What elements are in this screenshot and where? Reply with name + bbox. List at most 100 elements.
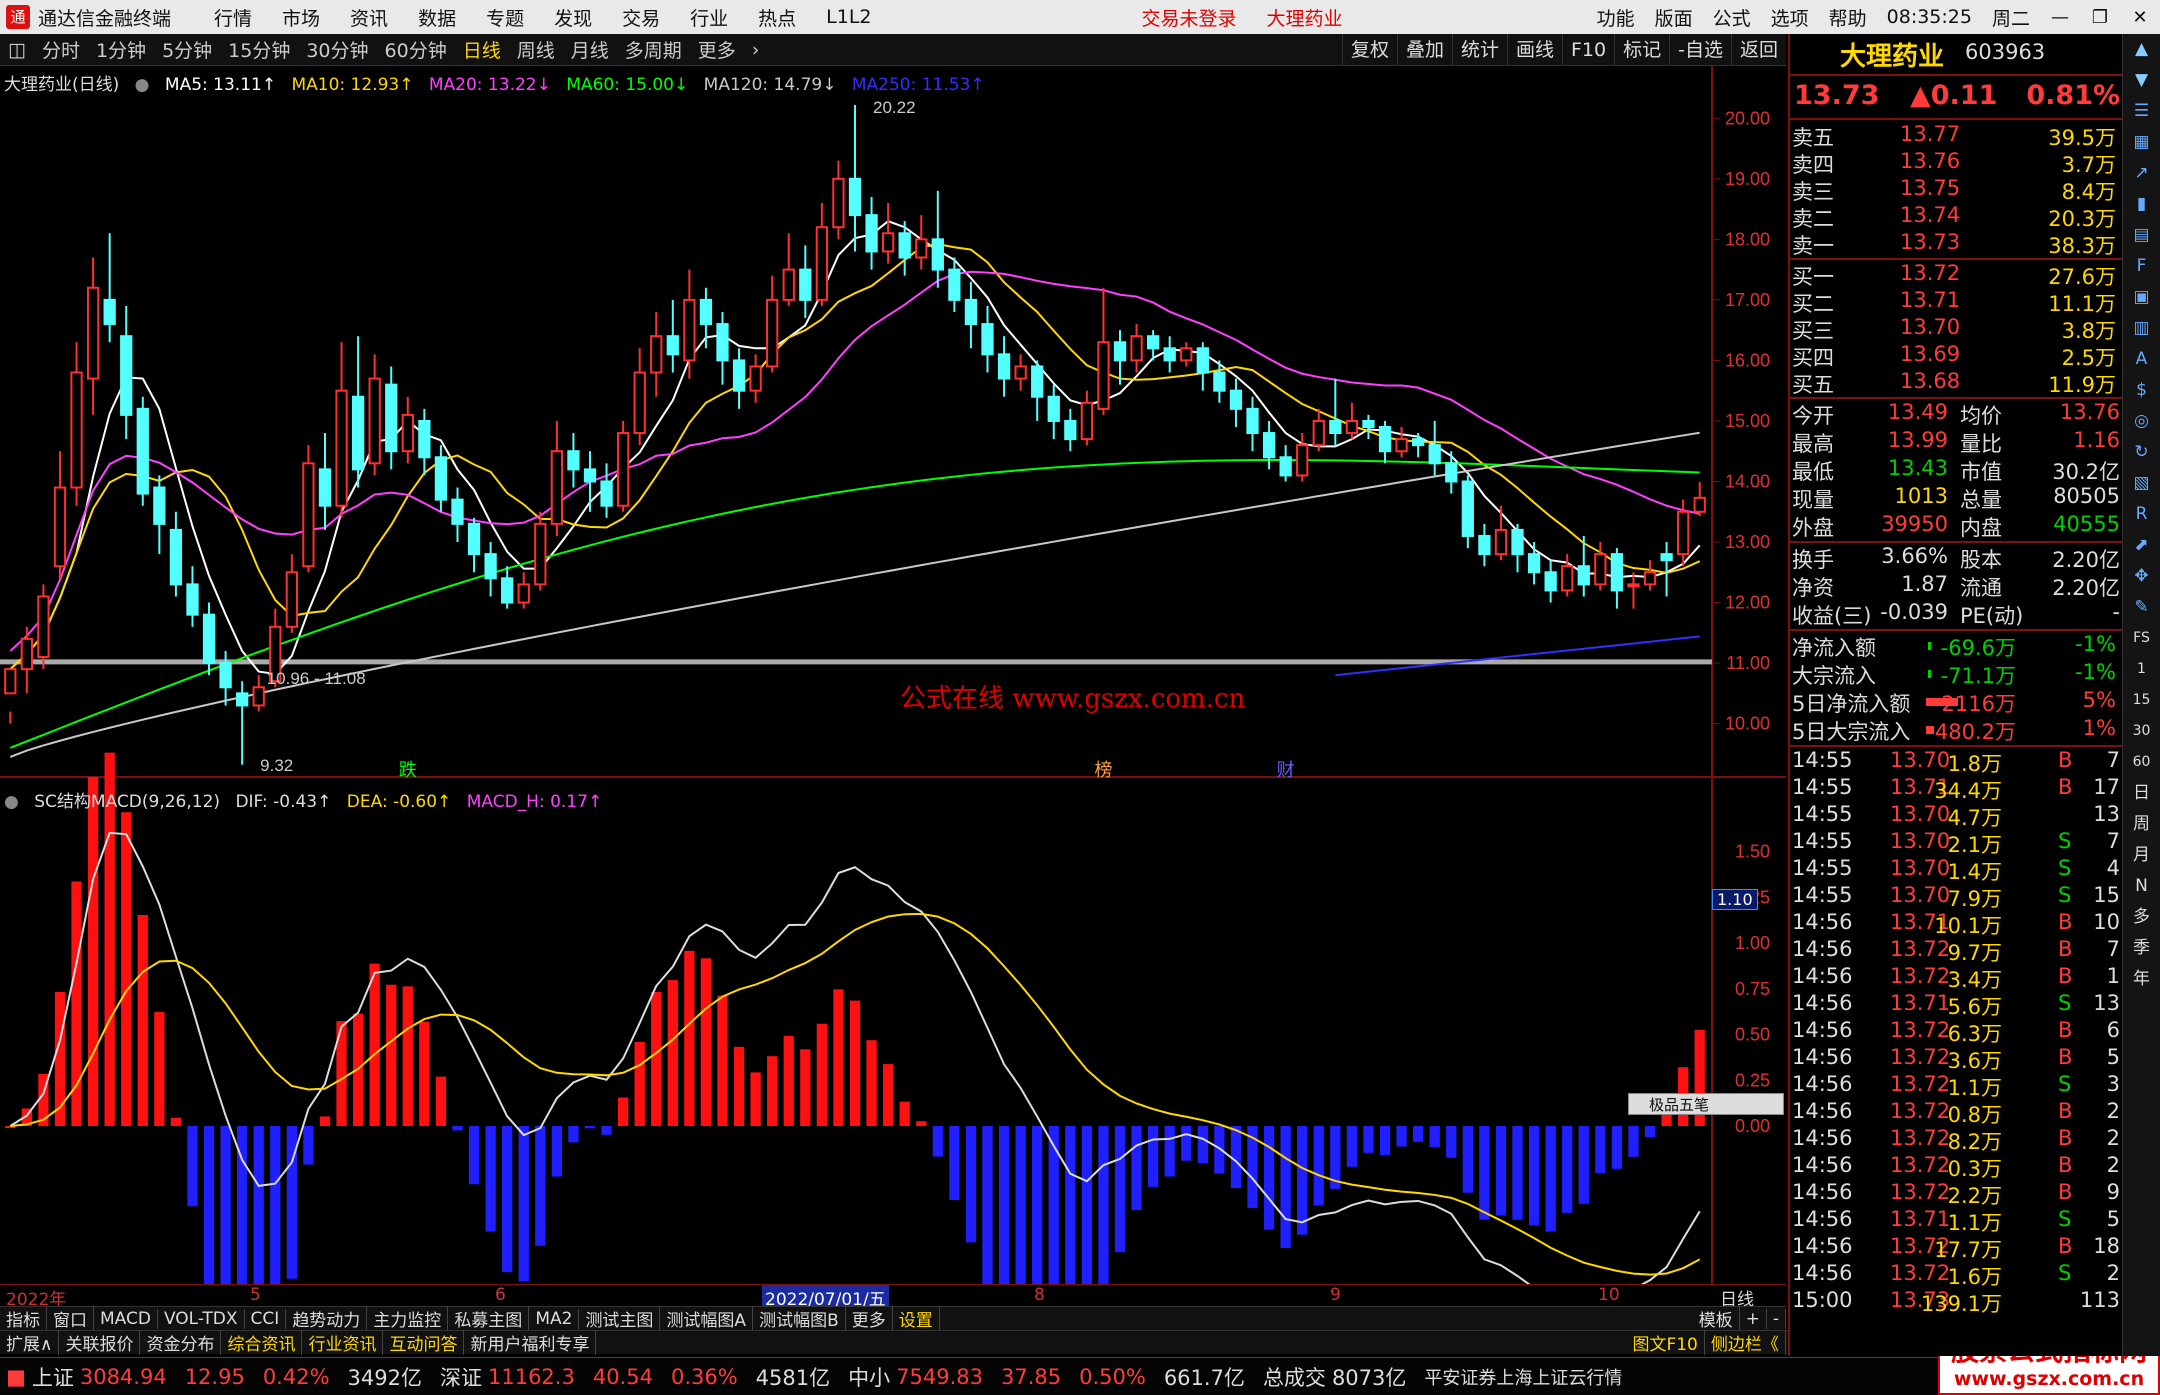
stat-row[interactable]: 最低 13.43 市值 30.2亿 [1790,456,2124,484]
pencil-icon[interactable]: ✎ [2123,592,2160,623]
stat-row[interactable]: 净资 1.87 流通 2.20亿 [1790,572,2124,600]
bid-row[interactable]: 买四 13.69 2.5万 [1790,342,2124,370]
close-icon[interactable]: ✕ [2120,7,2160,28]
60-icon[interactable]: 60 [2123,747,2160,778]
menu-data[interactable]: 数据 [403,4,471,31]
sidebar-period-3[interactable]: N [2123,871,2160,902]
btn-back[interactable]: 返回 [1730,34,1786,66]
period-weekly[interactable]: 周线 [509,36,563,63]
btn-overlay[interactable]: 叠加 [1396,34,1452,66]
tab-template[interactable]: 模板 [1693,1306,1740,1331]
coin-icon[interactable]: ◎ [2123,406,2160,437]
move-icon[interactable]: ✥ [2123,561,2160,592]
tab-vol-tdx[interactable]: VOL-TDX [158,1308,245,1329]
tab-test-b[interactable]: 测试幅图B [753,1306,846,1331]
period-5min[interactable]: 5分钟 [154,36,220,63]
tab-test-a[interactable]: 测试幅图A [660,1306,754,1331]
table-icon[interactable]: ▤ [2123,220,2160,251]
period-multi[interactable]: 多周期 [617,36,690,63]
stock-name[interactable]: 大理药业 [1840,36,1944,73]
menu-function[interactable]: 功能 [1587,4,1645,31]
trade-login-status[interactable]: 交易未登录 [1127,4,1252,31]
tick-row[interactable]: 14:55 13.70 1.4万 S 4 [1790,856,2124,884]
candle-icon[interactable]: ▮ [2123,189,2160,220]
minimize-icon[interactable]: — [2040,7,2080,28]
tab-remove[interactable]: - [1767,1308,1786,1329]
tick-row[interactable]: 14:56 13.72 3.6万 B 5 [1790,1045,2124,1073]
macd-title[interactable]: SC结构MACD(9,26,12) [34,792,220,812]
flow-row[interactable]: 净流入额 -69.6万 -1% [1790,632,2124,660]
tab-expand[interactable]: 扩展∧ [0,1330,60,1355]
chevron-right-icon[interactable]: › [744,39,768,61]
menu-discover[interactable]: 发现 [539,4,607,31]
ime-toolbar[interactable]: 极品五笔 [1628,1093,1784,1115]
rsi-icon[interactable]: R [2123,499,2160,530]
menu-l1l2[interactable]: L1L2 [811,6,886,28]
tab-private-main[interactable]: 私募主图 [448,1306,530,1331]
bid-row[interactable]: 买三 13.70 3.8万 [1790,315,2124,343]
ask-row[interactable]: 卖二 13.74 20.3万 [1790,203,2124,231]
menu-news[interactable]: 资讯 [335,4,403,31]
period-more[interactable]: 更多 [690,36,744,63]
text-icon[interactable]: A [2123,344,2160,375]
bid-row[interactable]: 买五 13.68 11.9万 [1790,369,2124,397]
legend-dot-icon[interactable]: ● [4,792,19,812]
menu-options[interactable]: 选项 [1761,4,1819,31]
tab-macd[interactable]: MACD [94,1308,158,1329]
bid-row[interactable]: 买二 13.71 11.1万 [1790,288,2124,316]
stat-row[interactable]: 收益(三) -0.039 PE(动) - [1790,600,2124,628]
15-icon[interactable]: 15 [2123,685,2160,716]
sidebar-period-1[interactable]: 周 [2123,809,2160,840]
sidebar-period-6[interactable]: 年 [2123,964,2160,995]
tick-row[interactable]: 14:55 13.71 34.4万 B 17 [1790,775,2124,803]
sh-name[interactable]: 上证 [32,1362,74,1392]
tick-row[interactable]: 14:56 13.72 8.2万 B 2 [1790,1126,2124,1154]
ask-row[interactable]: 卖四 13.76 3.7万 [1790,149,2124,177]
period-intraday[interactable]: 分时 [34,36,88,63]
fund-icon[interactable]: $ [2123,375,2160,406]
tick-row[interactable]: 14:56 13.71 10.1万 B 10 [1790,910,2124,938]
grid-icon[interactable]: ▦ [2123,127,2160,158]
menu-layout[interactable]: 版面 [1645,4,1703,31]
tab-ma2[interactable]: MA2 [529,1308,580,1329]
period-monthly[interactable]: 月线 [563,36,617,63]
menu-help[interactable]: 帮助 [1819,4,1877,31]
tick-row[interactable]: 14:56 13.72 0.8万 B 2 [1790,1099,2124,1127]
btn-f10[interactable]: F10 [1562,34,1614,66]
menu-industry[interactable]: 行业 [675,4,743,31]
tick-row[interactable]: 14:56 13.72 2.2万 B 9 [1790,1180,2124,1208]
bid-row[interactable]: 买一 13.72 27.6万 [1790,261,2124,289]
period-60min[interactable]: 60分钟 [377,36,455,63]
kline-title[interactable]: 大理药业(日线) [4,75,119,95]
tab-indicator[interactable]: 指标 [0,1306,47,1331]
period-daily[interactable]: 日线 [455,36,509,63]
tab-industry-news[interactable]: 行业资讯 [302,1330,384,1355]
fs-icon[interactable]: FS [2123,623,2160,654]
tick-row[interactable]: 14:55 13.70 1.8万 B 7 [1790,748,2124,776]
tab-cci[interactable]: CCI [245,1308,287,1329]
flow-row[interactable]: 大宗流入 -71.1万 -1% [1790,660,2124,688]
ask-row[interactable]: 卖三 13.75 8.4万 [1790,176,2124,204]
sidebar-period-0[interactable]: 日 [2123,778,2160,809]
tick-row[interactable]: 14:56 13.72 6.3万 B 6 [1790,1018,2124,1046]
menu-hot[interactable]: 热点 [743,4,811,31]
tab-trend[interactable]: 趋势动力 [286,1306,368,1331]
flow-row[interactable]: 5日大宗流入 480.2万 1% [1790,716,2124,744]
menu-trade[interactable]: 交易 [607,4,675,31]
30-icon[interactable]: 30 [2123,716,2160,747]
tab-more[interactable]: 更多 [846,1306,893,1331]
tick-row[interactable]: 14:56 13.72 3.4万 B 1 [1790,964,2124,992]
menu-quotes[interactable]: 行情 [199,4,267,31]
chart-line-icon[interactable]: ↗ [2123,158,2160,189]
tick-row[interactable]: 14:56 13.71 1.1万 S 5 [1790,1207,2124,1235]
tick-row[interactable]: 14:56 13.71 5.6万 S 13 [1790,991,2124,1019]
list-icon[interactable]: ☰ [2123,96,2160,127]
ask-row[interactable]: 卖五 13.77 39.5万 [1790,122,2124,150]
tick-row[interactable]: 14:56 13.72 9.7万 B 7 [1790,937,2124,965]
tab-new-user[interactable]: 新用户福利专享 [464,1330,597,1355]
stat-row[interactable]: 外盘 39950 内盘 40555 [1790,512,2124,540]
tab-add[interactable]: + [1740,1308,1767,1329]
toolbar-toggle-icon[interactable]: ◫ [0,39,34,61]
btn-watchlist[interactable]: -自选 [1669,34,1731,66]
kline-icon[interactable]: ▥ [2123,313,2160,344]
